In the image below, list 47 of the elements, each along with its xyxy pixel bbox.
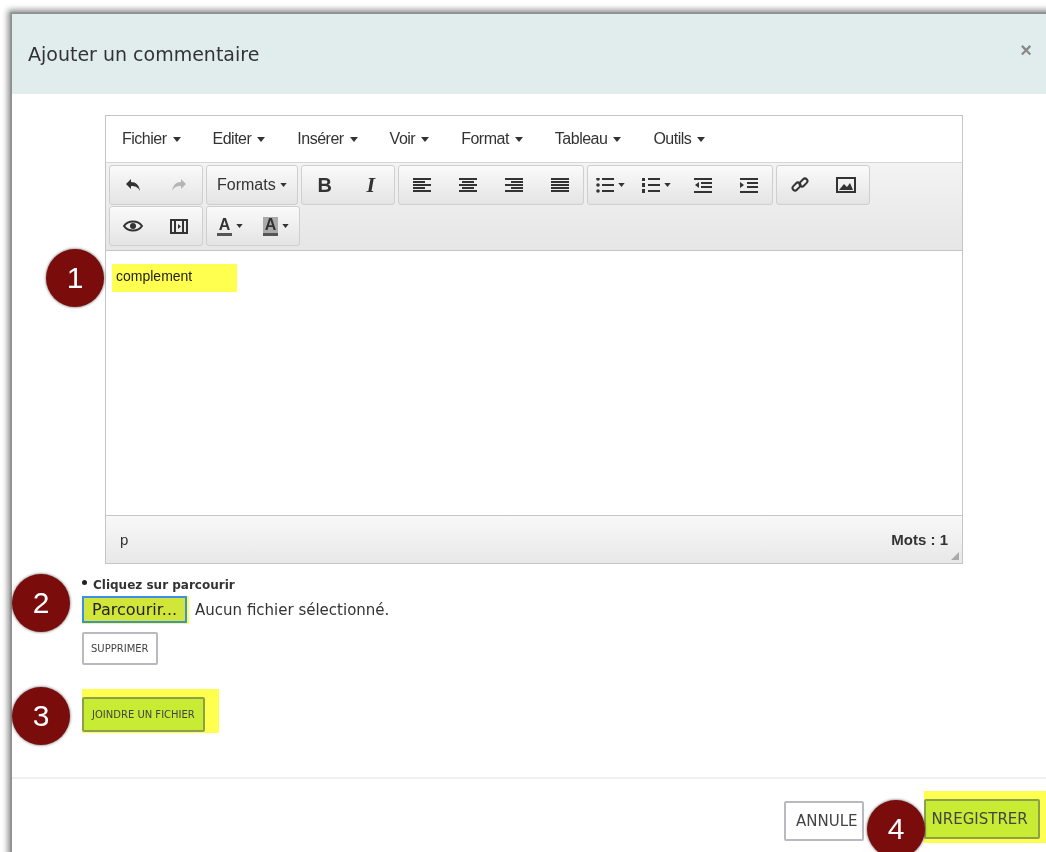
save-button[interactable]: NREGISTRER	[923, 799, 1040, 839]
eye-icon	[123, 220, 143, 232]
align-left-icon	[412, 177, 431, 193]
file-status: Aucun fichier sélectionné.	[195, 601, 390, 619]
background-color-button[interactable]: A	[253, 207, 299, 245]
caret-icon	[421, 136, 430, 142]
menu-item[interactable]: Voir	[379, 130, 440, 148]
caret-icon	[349, 136, 358, 142]
menu-item[interactable]: Editer	[202, 130, 276, 148]
image-icon	[835, 177, 856, 193]
menu-item[interactable]: Outils	[643, 130, 716, 148]
outdent-icon	[693, 177, 712, 193]
browse-button[interactable]: Parcourir...	[82, 596, 188, 623]
dialog-title: Ajouter un commentaire	[28, 43, 260, 65]
justify-icon	[550, 177, 569, 193]
menu-item[interactable]: Tableau	[544, 130, 632, 148]
attach-file-button[interactable]: JOINDRE UN FICHIER	[82, 697, 205, 732]
redo-icon	[171, 178, 187, 192]
text-color-button[interactable]: A	[207, 207, 253, 245]
caret-icon	[613, 136, 622, 142]
bullet-icon	[82, 579, 87, 585]
dropdown-button[interactable]: Formats	[207, 166, 297, 204]
resize-grip-icon[interactable]	[951, 552, 959, 560]
indent-icon	[739, 177, 758, 193]
caret-icon	[172, 136, 181, 142]
italic-button[interactable]: I	[347, 166, 394, 204]
caret-icon	[257, 136, 266, 142]
align-right-icon	[504, 177, 523, 193]
menu-item[interactable]: Insérer	[287, 130, 368, 148]
cancel-button[interactable]: ANNULE	[784, 801, 864, 841]
align-center-icon	[458, 177, 477, 193]
menu-item[interactable]: Format	[451, 130, 533, 148]
word-count: Mots : 1	[891, 531, 948, 548]
hint-text: Cliquez sur parcourir	[93, 578, 235, 592]
undo-icon	[125, 178, 141, 192]
numbered-list-icon	[642, 177, 661, 193]
film-icon	[170, 218, 188, 234]
element-path: p	[120, 531, 129, 548]
editor-content[interactable]: complement	[106, 251, 962, 515]
remove-button[interactable]: SUPPRIMER	[82, 632, 158, 665]
caret-icon	[514, 136, 523, 142]
bullet-list-icon	[596, 177, 615, 193]
link-icon	[790, 176, 809, 194]
paragraph-text: complement	[112, 264, 238, 292]
caret-icon	[697, 136, 706, 142]
menu-item[interactable]: Fichier	[112, 130, 191, 148]
bold-button[interactable]: B	[301, 166, 348, 204]
